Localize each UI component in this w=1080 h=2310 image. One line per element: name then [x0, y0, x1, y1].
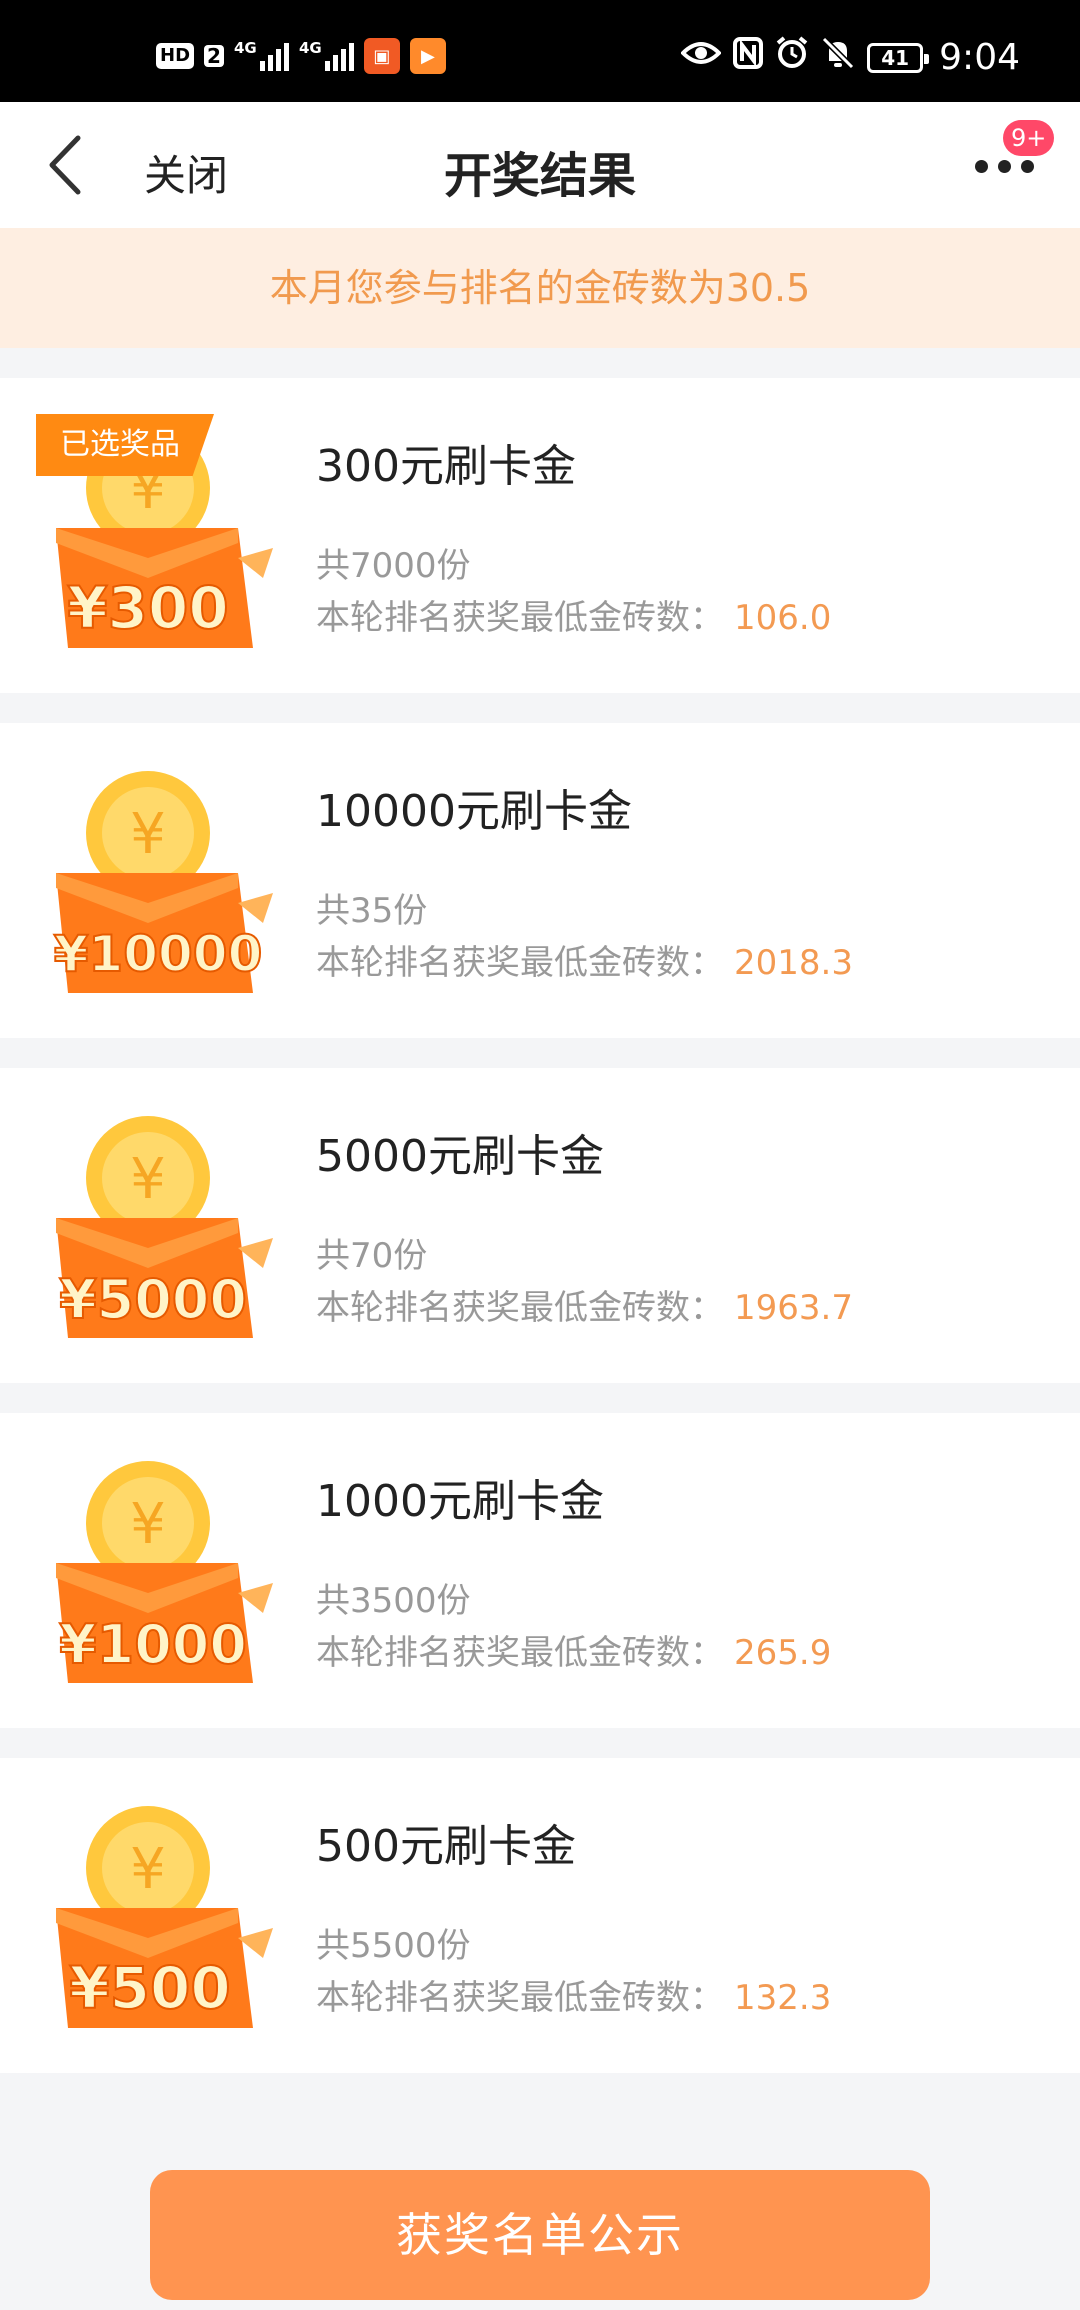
gift-amount-label: ¥300 [67, 574, 228, 642]
signal-icon: 4G [233, 39, 289, 71]
svg-text:¥: ¥ [130, 802, 166, 867]
min-threshold-label: 本轮排名获奖最低金砖数： [316, 943, 724, 983]
prize-name: 300元刷卡金 [316, 441, 576, 492]
svg-text:¥: ¥ [130, 1837, 166, 1902]
min-threshold-label: 本轮排名获奖最低金砖数： [316, 1633, 724, 1673]
video-app-icon: ▶ [409, 38, 446, 74]
clock: 9:04 [939, 37, 1020, 78]
prize-count: 共3500份 [316, 1581, 471, 1621]
page-title: 开奖结果 [443, 148, 636, 204]
svg-text:¥: ¥ [130, 1492, 166, 1557]
prize-count: 共5500份 [316, 1926, 471, 1966]
alarm-icon [775, 36, 809, 79]
notification-badge: 9+ [1003, 120, 1055, 156]
prize-min-threshold: 本轮排名获奖最低金砖数： 132.3 [316, 1970, 831, 2019]
app-notification-icon: ▣ [363, 38, 400, 74]
prize-card[interactable]: ¥ ¥5000 5000元刷卡金 共70份 本轮排名获奖最低金砖数： 1963.7 [0, 1068, 1080, 1383]
min-threshold-label: 本轮排名获奖最低金砖数： [316, 1288, 724, 1328]
nfc-icon [733, 37, 764, 78]
prize-min-threshold: 本轮排名获奖最低金砖数： 265.9 [316, 1625, 831, 1674]
gift-box-coin-icon: ¥ ¥5000 [56, 1116, 273, 1338]
mute-icon [821, 36, 855, 79]
status-left: HD 2 4G 4G ▣ ▶ [156, 38, 446, 74]
prize-count: 共7000份 [316, 546, 471, 586]
ranking-notice: 本月您参与排名的金砖数为30.5 [0, 228, 1080, 348]
min-threshold-value: 106.0 [734, 598, 832, 638]
prize-name: 10000元刷卡金 [316, 786, 632, 837]
prize-card[interactable]: ¥ ¥1000 1000元刷卡金 共3500份 本轮排名获奖最低金砖数： 265.… [0, 1413, 1080, 1728]
prize-count: 共70份 [316, 1236, 428, 1276]
more-dots-icon [975, 159, 988, 173]
network-type-label: 4G [233, 39, 257, 57]
nav-bar: 关闭 开奖结果 [0, 102, 1080, 228]
signal-icon: 4G [298, 39, 354, 71]
status-bar: HD 2 4G 4G ▣ ▶ 41 9:04 [0, 0, 1080, 102]
min-threshold-value: 1963.7 [734, 1288, 853, 1328]
sim-number: 2 [204, 45, 224, 67]
gift-amount-label: ¥10000 [54, 925, 263, 983]
prize-list: ¥ ¥300 已选奖品 300元刷卡金 共7000份 本轮排名获奖最低金砖数： 1… [0, 378, 1080, 2103]
min-threshold-value: 265.9 [734, 1633, 832, 1673]
prize-min-threshold: 本轮排名获奖最低金砖数： 106.0 [316, 590, 831, 639]
prize-min-threshold: 本轮排名获奖最低金砖数： 2018.3 [316, 935, 853, 984]
status-right: 41 9:04 [680, 36, 1020, 79]
gift-amount-label: ¥5000 [59, 1268, 247, 1331]
prize-card[interactable]: ¥ ¥10000 10000元刷卡金 共35份 本轮排名获奖最低金砖数： 2018… [0, 723, 1080, 1038]
prize-card[interactable]: ¥ ¥500 500元刷卡金 共5500份 本轮排名获奖最低金砖数： 132.3 [0, 1758, 1080, 2073]
min-threshold-label: 本轮排名获奖最低金砖数： [316, 598, 724, 638]
min-threshold-value: 132.3 [734, 1978, 832, 2018]
hd-badge: HD [156, 43, 195, 69]
gift-box-coin-icon: ¥ ¥1000 [56, 1461, 273, 1683]
prize-min-threshold: 本轮排名获奖最低金砖数： 1963.7 [316, 1280, 853, 1329]
prize-name: 500元刷卡金 [316, 1821, 576, 1872]
gift-amount-label: ¥1000 [59, 1613, 247, 1676]
prize-count: 共35份 [316, 891, 428, 931]
prize-card[interactable]: ¥ ¥300 已选奖品 300元刷卡金 共7000份 本轮排名获奖最低金砖数： 1… [0, 378, 1080, 693]
gift-amount-label: ¥500 [69, 1954, 230, 2022]
svg-text:¥: ¥ [130, 1147, 166, 1212]
winner-list-button[interactable]: 获奖名单公示 [150, 2170, 930, 2300]
selected-prize-tag: 已选奖品 [36, 414, 214, 476]
gift-box-coin-icon: ¥ ¥10000 [53, 771, 273, 993]
eye-icon [680, 39, 722, 76]
prize-name: 5000元刷卡金 [316, 1131, 604, 1182]
network-type-label: 4G [298, 39, 322, 57]
gift-box-coin-icon: ¥ ¥500 [56, 1806, 273, 2028]
min-threshold-label: 本轮排名获奖最低金砖数： [316, 1978, 724, 2018]
prize-name: 1000元刷卡金 [316, 1476, 604, 1527]
battery-icon: 41 [867, 42, 930, 73]
min-threshold-value: 2018.3 [734, 943, 853, 983]
